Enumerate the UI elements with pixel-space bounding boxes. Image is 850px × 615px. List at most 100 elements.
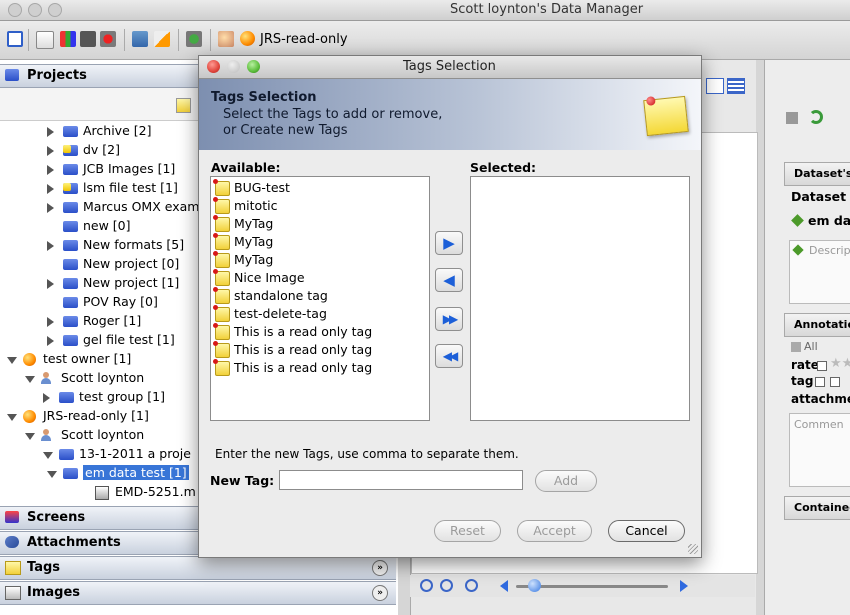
expand-arrow-icon[interactable] [47, 127, 54, 137]
available-label: Available: [211, 160, 281, 175]
tag-icon [213, 179, 230, 196]
selected-tags-list[interactable] [470, 176, 690, 421]
expand-icon[interactable] [815, 377, 825, 387]
edit-icon[interactable] [154, 31, 170, 47]
tag-list-item[interactable]: MyTag [213, 233, 425, 251]
expand-arrow-icon[interactable] [47, 146, 54, 156]
new-project-icon[interactable] [176, 98, 191, 113]
add-button[interactable]: Add [535, 470, 597, 492]
window-close-button[interactable] [8, 3, 22, 17]
expand-arrow-icon[interactable] [47, 336, 54, 346]
tag-list-item[interactable]: standalone tag [213, 287, 425, 305]
tag-list-item[interactable]: This is a read only tag [213, 323, 425, 341]
collapse-arrow-icon[interactable] [25, 376, 35, 383]
contained-header[interactable]: Contained [784, 496, 850, 520]
editor-icon[interactable] [36, 31, 54, 49]
new-tag-input[interactable] [279, 470, 523, 490]
zoom-out-icon[interactable] [420, 579, 433, 592]
import-icon[interactable] [132, 31, 148, 47]
expand-arrow-icon[interactable] [47, 279, 54, 289]
folder-icon [63, 297, 78, 308]
tags-header[interactable]: Tags » [0, 556, 396, 580]
remove-selected-button[interactable]: ◀ [435, 268, 463, 292]
folder-icon [63, 202, 78, 213]
expand-arrow-icon[interactable] [47, 165, 54, 175]
add-selected-button[interactable]: ▶ [435, 231, 463, 255]
expand-arrow-icon[interactable] [47, 184, 54, 194]
cancel-button[interactable]: Cancel [608, 520, 685, 542]
images-header[interactable]: Images » [0, 581, 396, 605]
pencil-icon [792, 244, 804, 256]
zoom-bar [410, 575, 755, 597]
tag-list-item[interactable]: This is a read only tag [213, 359, 425, 377]
new-tag-hint: Enter the new Tags, use comma to separat… [215, 447, 519, 461]
slider-right-arrow-icon[interactable] [680, 580, 688, 592]
tag-list-item[interactable]: Nice Image [213, 269, 425, 287]
slider-left-arrow-icon[interactable] [500, 580, 508, 592]
description-box[interactable]: Descrip [789, 240, 850, 304]
collapse-arrow-icon[interactable] [7, 357, 17, 364]
zoom-fit-icon[interactable] [465, 579, 478, 592]
expand-chevron-icon[interactable]: » [372, 585, 388, 601]
search-icon[interactable] [100, 31, 116, 47]
folder-icon [5, 69, 19, 81]
dataset-name-value[interactable]: em da [808, 213, 850, 228]
group-icon [240, 31, 255, 46]
dialog-close-button[interactable] [207, 60, 220, 73]
folder-icon [63, 240, 78, 251]
tag-list-item[interactable]: test-delete-tag [213, 305, 425, 323]
collapse-arrow-icon[interactable] [25, 433, 35, 440]
dataset-details-header[interactable]: Dataset's d [784, 162, 850, 186]
resize-grip[interactable] [688, 544, 698, 554]
expand-arrow-icon[interactable] [43, 393, 50, 403]
tag-list-item-label: BUG-test [234, 180, 290, 195]
add-all-button[interactable]: ▶▶ [435, 307, 463, 331]
accept-button[interactable]: Accept [517, 520, 592, 542]
users-icon[interactable] [218, 31, 234, 47]
refresh-icon[interactable] [809, 110, 823, 124]
tag-list-item[interactable]: BUG-test [213, 179, 425, 197]
grid-view-icon[interactable] [60, 31, 76, 47]
tree-item-label: gel file test [1] [83, 332, 175, 347]
expand-arrow-icon[interactable] [47, 203, 54, 213]
tree-item-label: POV Ray [0] [83, 294, 158, 309]
collapse-icon[interactable] [817, 361, 827, 371]
collapse-arrow-icon[interactable] [7, 414, 17, 421]
tag-list-item[interactable]: MyTag [213, 251, 425, 269]
available-tags-list[interactable]: BUG-test mitotic MyTag MyTag MyTag Nice Image… [210, 176, 430, 421]
browser-icon[interactable] [7, 31, 23, 47]
remove-all-button[interactable]: ◀◀ [435, 344, 463, 368]
expand-arrow-icon[interactable] [47, 317, 54, 327]
zoom-in-icon[interactable] [440, 579, 453, 592]
all-filter-icon[interactable] [791, 342, 801, 352]
screen-icon[interactable] [80, 31, 96, 47]
attachments-header-label: Attachments [27, 535, 121, 550]
tree-item-label: 13-1-2011 a proje [79, 446, 191, 461]
tag-list-item[interactable]: This is a read only tag [213, 341, 425, 359]
zoom-slider-thumb[interactable] [528, 579, 541, 592]
tag-icon [213, 305, 230, 322]
collapse-icon[interactable] [830, 377, 840, 387]
window-minimize-button[interactable] [28, 3, 42, 17]
window-zoom-button[interactable] [48, 3, 62, 17]
list-view-icon[interactable] [706, 78, 724, 94]
refresh-icon[interactable] [186, 31, 202, 47]
reset-button[interactable]: Reset [434, 520, 501, 542]
annotation-header[interactable]: Annotation [784, 313, 850, 337]
user-icon [41, 372, 51, 384]
collapse-arrow-icon[interactable] [47, 471, 57, 478]
expand-arrow-icon[interactable] [47, 241, 54, 251]
group-label[interactable]: JRS-read-only [260, 32, 348, 47]
save-icon[interactable] [786, 112, 798, 124]
expand-chevron-icon[interactable]: » [372, 560, 388, 576]
tree-item-label: lsm file test [1] [83, 180, 178, 195]
rating-star-icon[interactable]: ★★ [830, 356, 850, 371]
tag-list-item[interactable]: MyTag [213, 215, 425, 233]
tag-list-item[interactable]: mitotic [213, 197, 425, 215]
dialog-minimize-button[interactable] [227, 60, 240, 73]
comment-box[interactable]: Commen [789, 413, 850, 487]
collapse-arrow-icon[interactable] [43, 452, 53, 459]
table-view-icon[interactable] [727, 78, 745, 94]
dialog-title-bar[interactable]: Tags Selection [199, 56, 701, 79]
dialog-zoom-button[interactable] [247, 60, 260, 73]
